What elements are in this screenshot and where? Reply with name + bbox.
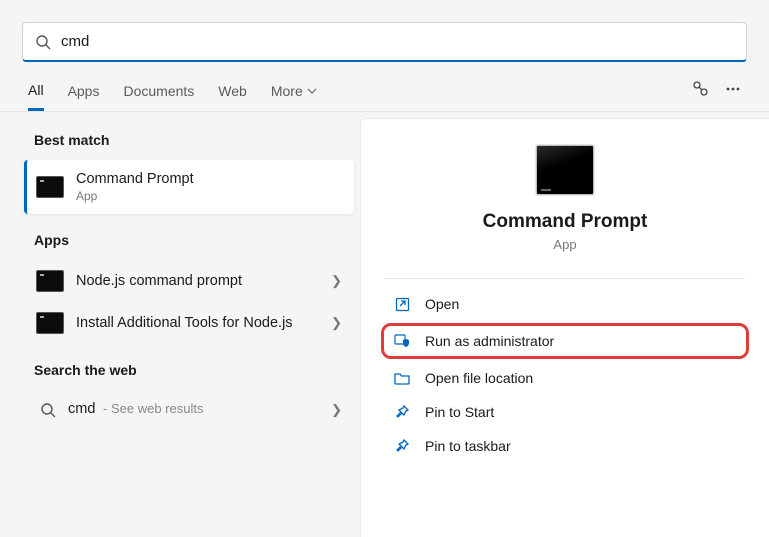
best-match-label: Best match [34, 132, 354, 148]
command-prompt-icon [36, 176, 64, 198]
chevron-right-icon: ❯ [331, 402, 342, 418]
chevron-down-icon [307, 86, 317, 96]
terminal-icon [36, 312, 64, 334]
action-label: Open file location [425, 370, 533, 386]
terminal-icon [36, 270, 64, 292]
search-web-label: Search the web [34, 362, 354, 378]
web-term: cmd [68, 401, 95, 417]
action-run-as-administrator[interactable]: Run as administrator [381, 323, 749, 359]
app-result-nodejs-prompt[interactable]: Node.js command prompt ❯ [24, 260, 354, 302]
open-icon [393, 297, 411, 312]
action-label: Open [425, 296, 459, 312]
tab-more[interactable]: More [271, 82, 317, 110]
action-open-file-location[interactable]: Open file location [385, 361, 745, 395]
search-bar[interactable] [22, 22, 747, 62]
action-open[interactable]: Open [385, 287, 745, 321]
preview-title: Command Prompt [385, 211, 745, 233]
app-result-title: Install Additional Tools for Node.js [76, 314, 331, 333]
app-result-nodejs-tools[interactable]: Install Additional Tools for Node.js ❯ [24, 302, 354, 344]
admin-shield-icon [393, 333, 411, 349]
tab-more-label: More [271, 83, 303, 99]
action-label: Pin to taskbar [425, 438, 511, 454]
best-match-result[interactable]: Command Prompt App [24, 160, 354, 214]
filter-tabs: All Apps Documents Web More [28, 82, 691, 110]
action-label: Run as administrator [425, 333, 554, 349]
tab-web[interactable]: Web [218, 82, 247, 110]
tab-documents[interactable]: Documents [123, 82, 194, 110]
folder-icon [393, 371, 411, 385]
pin-icon [393, 405, 411, 419]
app-result-title: Node.js command prompt [76, 272, 331, 291]
search-icon [35, 34, 51, 50]
more-options-button[interactable] [725, 81, 741, 100]
preview-sub: App [385, 237, 745, 252]
action-pin-to-start[interactable]: Pin to Start [385, 395, 745, 429]
web-result[interactable]: cmd - See web results ❯ [24, 390, 354, 429]
tab-apps[interactable]: Apps [68, 82, 100, 110]
action-pin-to-taskbar[interactable]: Pin to taskbar [385, 429, 745, 463]
command-prompt-icon [536, 145, 594, 195]
search-icon [40, 402, 56, 418]
divider [385, 278, 745, 279]
recent-searches-button[interactable] [691, 80, 709, 101]
search-input[interactable] [61, 33, 734, 50]
web-suffix: - See web results [99, 401, 203, 416]
apps-label: Apps [34, 232, 354, 248]
best-match-sub: App [76, 189, 342, 205]
preview-icon-wrap [536, 145, 594, 195]
pin-icon [393, 439, 411, 453]
tab-all[interactable]: All [28, 82, 44, 111]
chevron-right-icon: ❯ [331, 273, 342, 289]
best-match-title: Command Prompt [76, 170, 342, 189]
action-label: Pin to Start [425, 404, 494, 420]
chevron-right-icon: ❯ [331, 315, 342, 331]
